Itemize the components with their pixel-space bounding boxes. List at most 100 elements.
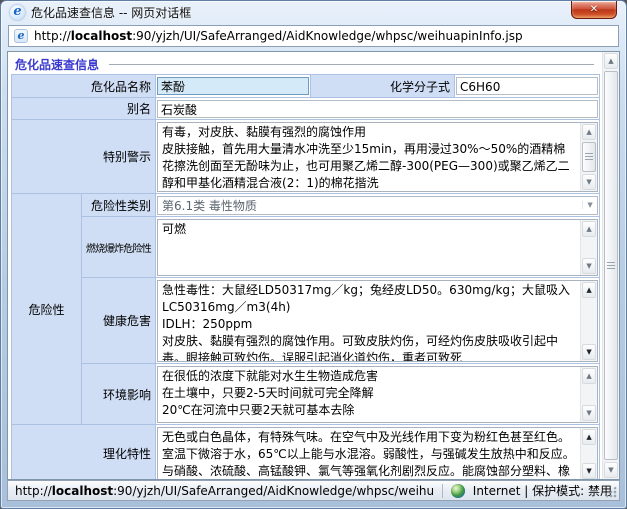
status-separator	[442, 484, 443, 498]
hazard-group-label: 危险性	[12, 194, 82, 425]
scrollbar-down-button[interactable]: ▼	[582, 463, 596, 479]
zone-label: Internet | 保护模式: 禁用	[473, 482, 612, 499]
scrollbar-grip-icon	[585, 153, 593, 160]
scrollbar[interactable]: ▲ ▼	[580, 367, 597, 422]
scrollbar-up-button[interactable]: ▲	[582, 282, 596, 298]
scroll-down-icon: ▼	[586, 348, 591, 356]
window-title: 危化品速查信息 -- 网页对话框	[31, 4, 191, 21]
scrollbar-track[interactable]	[582, 299, 596, 343]
scroll-up-icon: ▲	[586, 128, 591, 136]
scrollbar-track[interactable]	[582, 385, 596, 404]
chemical-name-label: 危化品名称	[12, 75, 156, 98]
row-physchem: 理化特性 无色或白色晶体，有特殊气味。在空气中及光线作用下变为粉红色甚至红色。室…	[12, 425, 600, 481]
scrollbar-thumb[interactable]	[582, 142, 596, 172]
scrollbar-grip-icon	[607, 262, 615, 269]
row-hazard-class: 危险性 危险性类别 第6.1类 毒性物质 ▼	[12, 194, 600, 217]
scroll-up-icon: ▲	[586, 225, 591, 233]
fire-hazard-textarea[interactable]: 可燃 ▲ ▼	[157, 219, 598, 276]
fire-hazard-text[interactable]: 可燃	[158, 220, 580, 275]
environment-label: 环境影响	[82, 364, 156, 425]
scrollbar[interactable]: ▲ ▼	[580, 123, 597, 191]
scrollbar[interactable]: ▲ ▼	[580, 281, 597, 361]
dialog-window: e 危化品速查信息 -- 网页对话框 ✕ e http://localhost:…	[0, 0, 627, 509]
scrollbar-down-button[interactable]: ▼	[582, 405, 596, 421]
scrollbar-down-button[interactable]: ▼	[582, 258, 596, 274]
client-area: 危化品速查信息 危化品名称 苯酚 化学分子式 C6H60 别名 石炭酸 特别警示…	[7, 51, 620, 480]
scrollbar-up-button[interactable]: ▲	[582, 124, 596, 140]
row-environment: 环境影响 在很低的浓度下就能对水生生物造成危害 在土壤中，只要2-5天时间就可完…	[12, 364, 600, 425]
scrollbar-track[interactable]	[582, 446, 596, 462]
scrollbar-track[interactable]	[582, 238, 596, 257]
chemical-name-input[interactable]: 苯酚	[157, 77, 309, 95]
section-title: 危化品速查信息	[15, 56, 99, 73]
formula-label: 化学分子式	[311, 75, 455, 98]
internet-zone-icon	[451, 484, 465, 498]
scrollbar-thumb[interactable]	[604, 71, 618, 460]
section-divider	[109, 64, 594, 65]
dropdown-arrow-icon[interactable]: ▼	[582, 201, 597, 209]
scroll-down-icon: ▼	[586, 409, 591, 417]
address-url-host: localhost	[71, 29, 132, 43]
environment-text[interactable]: 在很低的浓度下就能对水生生物造成危害 在土壤中，只要2-5天时间就可完全降解 2…	[158, 367, 580, 422]
close-button[interactable]: ✕	[571, 1, 617, 19]
status-url-path: :90/yjzh/UI/SafeArranged/AidKnowledge/wh…	[113, 484, 434, 498]
scrollbar-up-button[interactable]: ▲	[582, 221, 596, 237]
status-url-host: localhost	[52, 484, 113, 498]
protected-mode-label: 保护模式: 禁用	[532, 484, 612, 498]
row-name-formula: 危化品名称 苯酚 化学分子式 C6H60	[12, 75, 600, 98]
scroll-down-icon: ▼	[586, 467, 591, 475]
hazard-class-label: 危险性类别	[82, 194, 156, 217]
scrollbar-down-button[interactable]: ▼	[582, 174, 596, 190]
address-url-path: :90/yjzh/UI/SafeArranged/AidKnowledge/wh…	[132, 29, 522, 43]
special-warning-textarea[interactable]: 有毒，对皮肤、黏膜有强烈的腐蚀作用 皮肤接触，首先用大量清水冲洗至少15min，…	[157, 122, 598, 192]
scrollbar-down-button[interactable]: ▼	[582, 344, 596, 360]
health-hazard-text[interactable]: 急性毒性：大鼠经LD50317mg／kg；兔经皮LD50。630mg/kg；大鼠…	[158, 281, 580, 361]
alias-label: 别名	[12, 98, 156, 120]
row-health-hazard: 健康危害 急性毒性：大鼠经LD50317mg／kg；兔经皮LD50。630mg/…	[12, 278, 600, 364]
scrollbar-track[interactable]	[604, 70, 618, 461]
physchem-textarea[interactable]: 无色或白色晶体，有特殊气味。在空气中及光线作用下变为粉红色甚至红色。室温下微溶于…	[157, 427, 598, 481]
scrollbar[interactable]: ▲ ▼	[580, 428, 597, 480]
scroll-down-icon: ▼	[608, 466, 613, 474]
fire-hazard-label: 燃烧爆炸危险性	[82, 217, 156, 278]
physchem-text[interactable]: 无色或白色晶体，有特殊气味。在空气中及光线作用下变为粉红色甚至红色。室温下微溶于…	[158, 428, 580, 480]
scrollbar[interactable]: ▲ ▼	[580, 220, 597, 275]
address-url: http://localhost:90/yjzh/UI/SafeArranged…	[34, 29, 523, 43]
address-bar[interactable]: e http://localhost:90/yjzh/UI/SafeArrang…	[8, 25, 619, 47]
scrollbar-up-button[interactable]: ▲	[604, 53, 618, 69]
scroll-up-icon: ▲	[586, 286, 591, 294]
status-url: http://localhost:90/yjzh/UI/SafeArranged…	[15, 484, 434, 498]
formula-input[interactable]: C6H60	[456, 77, 598, 95]
status-url-protocol: http://	[15, 484, 52, 498]
scrollbar-down-button[interactable]: ▼	[604, 462, 618, 478]
scrollbar-up-button[interactable]: ▲	[582, 368, 596, 384]
scroll-up-icon: ▲	[608, 57, 613, 65]
scrollbar-up-button[interactable]: ▲	[582, 429, 596, 445]
address-url-protocol: http://	[34, 29, 71, 43]
main-scrollbar[interactable]: ▲ ▼	[602, 52, 619, 479]
ie-icon: e	[10, 5, 25, 20]
close-icon: ✕	[590, 4, 598, 15]
row-alias: 别名 石炭酸	[12, 98, 600, 120]
row-special-warning: 特别警示 有毒，对皮肤、黏膜有强烈的腐蚀作用 皮肤接触，首先用大量清水冲洗至少1…	[12, 120, 600, 194]
scrollbar-track[interactable]	[582, 141, 596, 173]
special-warning-text[interactable]: 有毒，对皮肤、黏膜有强烈的腐蚀作用 皮肤接触，首先用大量清水冲洗至少15min，…	[158, 123, 580, 191]
alias-input[interactable]: 石炭酸	[157, 100, 598, 118]
health-hazard-label: 健康危害	[82, 278, 156, 364]
physchem-label: 理化特性	[12, 425, 156, 481]
special-warning-label: 特别警示	[12, 120, 156, 194]
status-bar: http://localhost:90/yjzh/UI/SafeArranged…	[7, 480, 620, 501]
zone-divider: |	[524, 484, 528, 498]
info-table: 危化品名称 苯酚 化学分子式 C6H60 别名 石炭酸 特别警示 有毒，对皮肤、…	[11, 74, 600, 480]
row-fire-hazard: 燃烧爆炸危险性 可燃 ▲ ▼	[12, 217, 600, 278]
health-hazard-textarea[interactable]: 急性毒性：大鼠经LD50317mg／kg；兔经皮LD50。630mg/kg；大鼠…	[157, 280, 598, 362]
scroll-up-icon: ▲	[586, 372, 591, 380]
scroll-down-icon: ▼	[586, 178, 591, 186]
hazard-class-select[interactable]: 第6.1类 毒性物质 ▼	[157, 196, 598, 215]
window-titlebar[interactable]: e 危化品速查信息 -- 网页对话框	[1, 1, 626, 24]
scroll-down-icon: ▼	[586, 262, 591, 270]
environment-textarea[interactable]: 在很低的浓度下就能对水生生物造成危害 在土壤中，只要2-5天时间就可完全降解 2…	[157, 366, 598, 423]
scroll-up-icon: ▲	[586, 433, 591, 441]
zone-name: Internet	[473, 484, 521, 498]
page-icon: e	[14, 29, 28, 43]
